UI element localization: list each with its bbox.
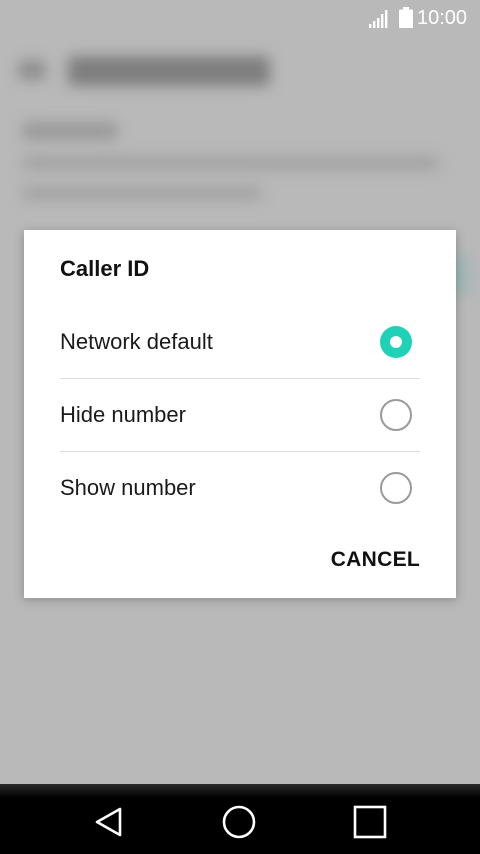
radio-unselected-icon[interactable] (380, 399, 412, 431)
blurred-title (68, 56, 270, 86)
radio-selected-icon[interactable] (380, 326, 412, 358)
option-show-number[interactable]: Show number (60, 451, 420, 524)
signal-icon (369, 10, 388, 28)
blurred-back-arrow (18, 60, 46, 80)
cancel-button[interactable]: CANCEL (331, 548, 420, 572)
dialog-title: Caller ID (60, 256, 150, 281)
option-label: Network default (60, 329, 213, 354)
blurred-heading (22, 122, 118, 140)
option-network-default[interactable]: Network default (60, 305, 420, 379)
blurred-text-line (22, 186, 262, 200)
recent-apps-icon[interactable] (350, 802, 390, 842)
option-label: Show number (60, 475, 196, 500)
clock: 10:00 (417, 7, 468, 29)
option-label: Hide number (60, 402, 186, 427)
battery-icon (399, 7, 413, 28)
status-bar: 10:00 (0, 0, 480, 36)
navigation-bar (0, 784, 480, 854)
radio-unselected-icon[interactable] (380, 472, 412, 504)
blurred-text-line (22, 156, 440, 170)
option-hide-number[interactable]: Hide number (60, 378, 420, 452)
home-icon[interactable] (220, 802, 260, 842)
caller-id-dialog: Caller ID Network default Hide number Sh… (24, 230, 456, 598)
back-icon[interactable] (88, 802, 128, 842)
